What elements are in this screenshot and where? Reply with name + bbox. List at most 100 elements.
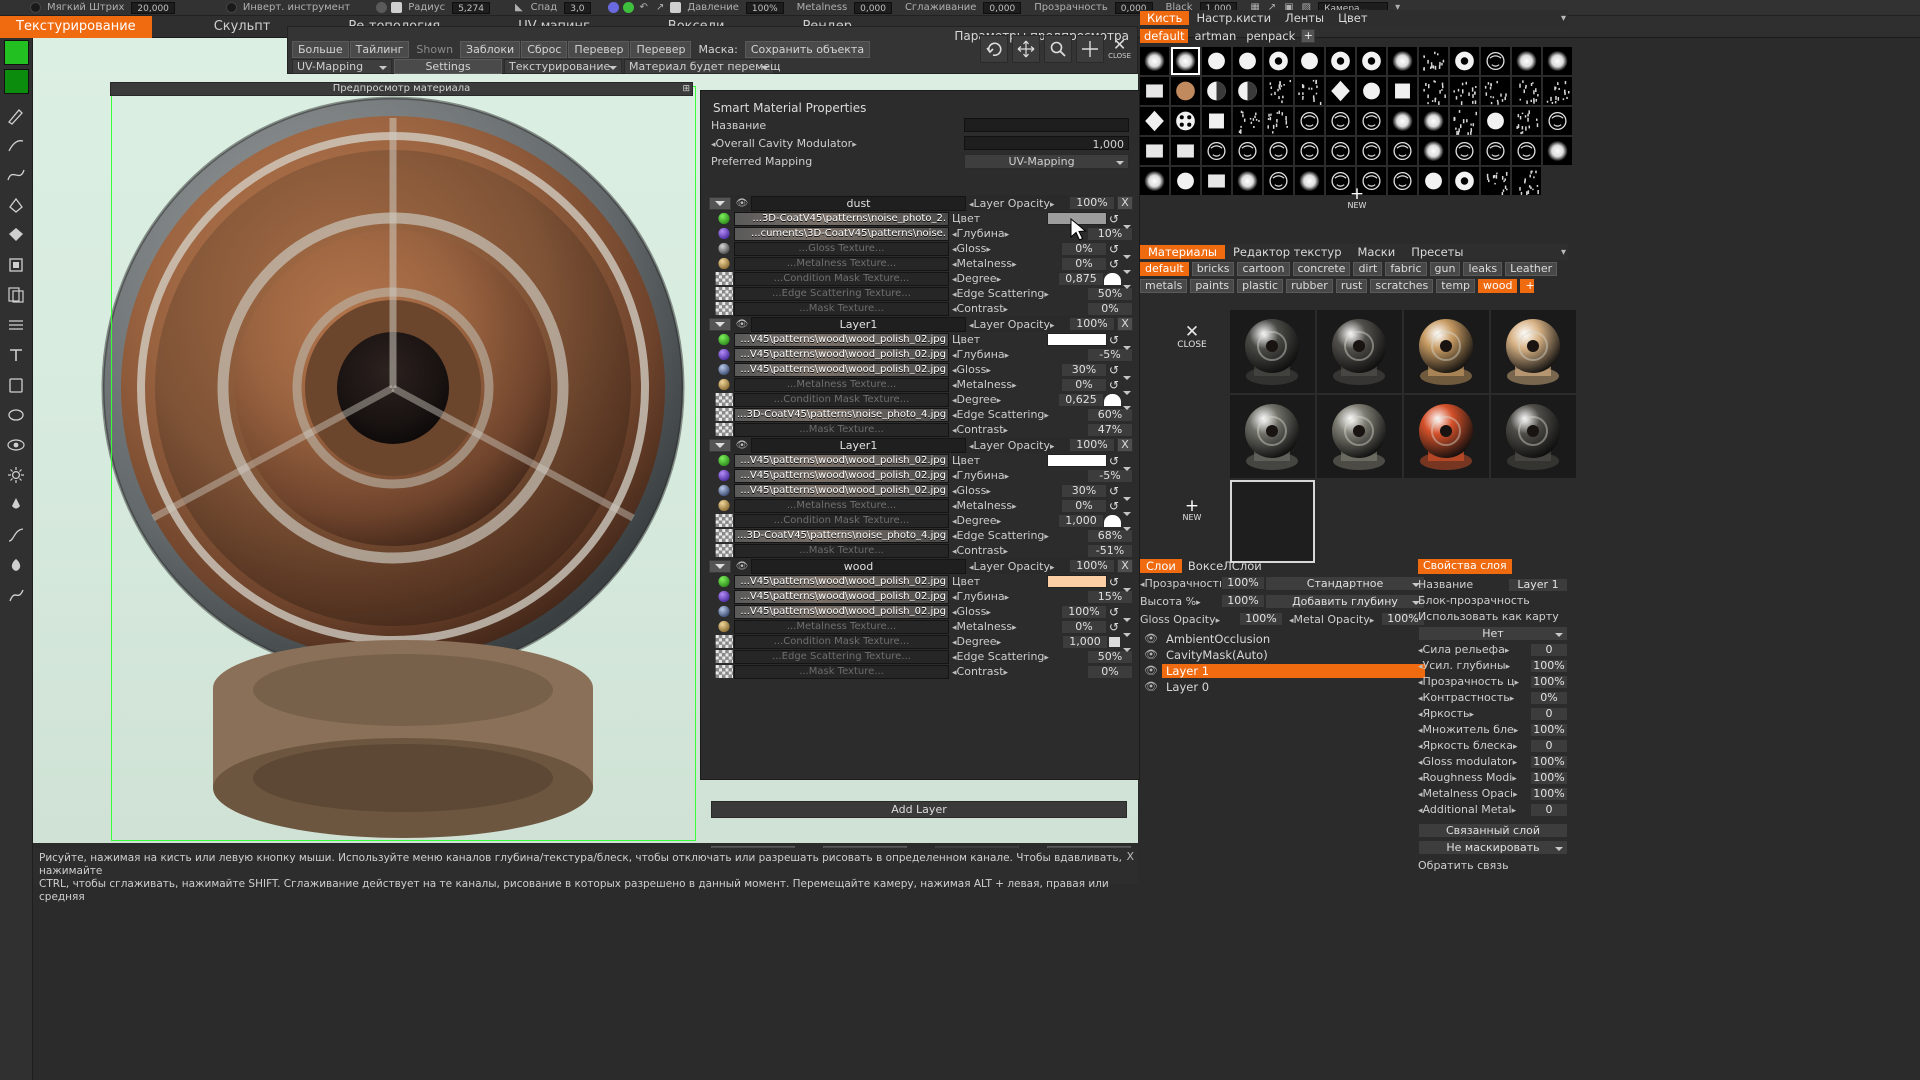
edge-scatter-icon[interactable]	[715, 650, 733, 663]
layer-property-row[interactable]: ◂Яркость▸ 0	[1418, 706, 1568, 721]
brush-alpha-sun[interactable]	[1233, 167, 1262, 195]
brush-alpha-ring4[interactable]	[1450, 47, 1479, 75]
remove-layer-button[interactable]: X	[1117, 438, 1133, 452]
spline-tool[interactable]	[2, 160, 31, 189]
layer-group-name[interactable]: Layer1	[751, 317, 966, 332]
property-value[interactable]: 0%	[1061, 257, 1107, 271]
bucket-tool[interactable]	[2, 220, 31, 249]
property-degree[interactable]: ◂Degree▸ 0,625	[952, 392, 1133, 407]
mask-checker-icon[interactable]	[715, 302, 733, 315]
collapse-triangle-icon[interactable]	[709, 318, 731, 331]
channel-row[interactable]: ...V45\patterns\wood\wood_polish_02.jpg Ц…	[709, 453, 1133, 468]
layer-height-row[interactable]: Высота %▸ 100% Добавить глубину	[1140, 593, 1425, 609]
channel-row[interactable]: ...Condition Mask Texture... ◂Degree▸ 1,00…	[709, 634, 1133, 649]
brush-alpha-soft[interactable]	[1140, 47, 1169, 75]
layer-group-name[interactable]: Layer1	[751, 438, 966, 453]
condition-mask-icon[interactable]	[715, 514, 733, 527]
brush-alpha-crack[interactable]	[1481, 77, 1510, 105]
edge-scatter-icon[interactable]	[715, 287, 733, 300]
edge-scatter-icon[interactable]	[715, 529, 733, 542]
brush-alpha-hard2[interactable]	[1295, 47, 1324, 75]
channel-texture-field[interactable]: ...Condition Mask Texture...	[734, 272, 949, 286]
brush-alpha-ring2[interactable]	[1326, 47, 1355, 75]
channel-texture-field[interactable]: ...Mask Texture...	[734, 302, 949, 316]
property-contrast[interactable]: ◂Contrast▸ 47%	[952, 422, 1133, 437]
brush-panel-tabs[interactable]: Кисть Настр.кисти Ленты Цвет ▾	[1140, 10, 1568, 26]
channel-row[interactable]: ...Metalness Texture... ◂Metalness▸ 0% ↺	[709, 377, 1133, 392]
property-value[interactable]: 15%	[1087, 590, 1133, 604]
remove-layer-button[interactable]: X	[1117, 559, 1133, 573]
smp-name-row[interactable]: Название	[701, 117, 1139, 133]
plane-tool[interactable]	[2, 370, 31, 399]
property-value[interactable]: 0,625	[1058, 393, 1104, 407]
add-layer-button[interactable]: Add Layer	[711, 801, 1127, 818]
material-tag-rust[interactable]: rust	[1336, 279, 1368, 293]
tab-texture-editor[interactable]: Редактор текстур	[1225, 245, 1350, 259]
top-item-1[interactable]: 20,000	[131, 2, 175, 14]
settings-tool[interactable]	[2, 460, 31, 489]
property-глубина[interactable]: ◂Глубина▸ -5%	[952, 468, 1133, 483]
channel-row[interactable]: ...Mask Texture... ◂Contrast▸ 0%	[709, 301, 1133, 316]
material-tag-temp[interactable]: temp	[1436, 279, 1475, 293]
property-gloss[interactable]: ◂Gloss▸ 0% ↺	[952, 241, 1133, 256]
curve-tool[interactable]	[2, 520, 31, 549]
top-item-8[interactable]: 100%	[746, 2, 784, 14]
top-item-2[interactable]: Инверт. инструмент	[243, 2, 350, 13]
property-metalness[interactable]: ◂Metalness▸ 0% ↺	[952, 498, 1133, 513]
channel-row[interactable]: ...V45\patterns\wood\wood_polish_02.jpg ◂…	[709, 347, 1133, 362]
layer-property-row[interactable]: ◂Множитель бле▸ 100%	[1418, 722, 1568, 737]
brush-alpha-grad2[interactable]	[1202, 167, 1231, 195]
material-swatch[interactable]	[1230, 395, 1315, 478]
brush-tool[interactable]	[2, 100, 31, 129]
brush-alpha-holes[interactable]	[1171, 107, 1200, 135]
layer-opacity-field[interactable]: 100%	[1069, 196, 1115, 210]
gloss-sphere-icon[interactable]	[715, 242, 733, 255]
layer-group-name[interactable]: dust	[751, 196, 966, 211]
edge-scatter-icon[interactable]	[715, 408, 733, 421]
layer-opacity-row[interactable]: ◂Прозрачность сл 100% Стандартное	[1140, 575, 1425, 591]
channel-row[interactable]: ...Edge Scattering Texture... ◂Edge Scatt…	[709, 649, 1133, 664]
brush-alpha-dots[interactable]	[1357, 77, 1386, 105]
reset-property-icon[interactable]: ↺	[1107, 484, 1121, 498]
reset-property-icon[interactable]: ↺	[1107, 242, 1121, 256]
brush-alpha-crack2[interactable]	[1512, 77, 1541, 105]
property-degree[interactable]: ◂Degree▸ 1,000	[952, 634, 1133, 649]
layer-property-row[interactable]: ◂Сила рельефа▸ 0	[1418, 642, 1568, 657]
brush-alpha-wave[interactable]	[1295, 137, 1324, 165]
lp-name-row[interactable]: Название Layer 1	[1418, 577, 1568, 592]
depth-sphere-purple-icon[interactable]	[715, 227, 733, 240]
property-value[interactable]: 60%	[1087, 408, 1133, 422]
brush-alpha-crack3[interactable]	[1512, 107, 1541, 135]
layer-opacity-prop[interactable]: ◂Layer Opacity▸ 100% X	[969, 438, 1133, 453]
property-цвет[interactable]: Цвет ↺	[952, 453, 1133, 468]
material-tag-concrete[interactable]: concrete	[1293, 262, 1351, 276]
channel-texture-field[interactable]: ...V45\patterns\wood\wood_polish_02.jpg	[734, 454, 949, 468]
layer-property-value[interactable]: 0	[1530, 707, 1568, 721]
property-value[interactable]: 0%	[1087, 665, 1133, 679]
brush-alpha-spark[interactable]	[1326, 137, 1355, 165]
condition-mask-icon[interactable]	[715, 272, 733, 285]
material-tag-rubber[interactable]: rubber	[1286, 279, 1333, 293]
channel-texture-field[interactable]: ...Condition Mask Texture...	[734, 514, 949, 528]
property-gloss[interactable]: ◂Gloss▸ 30% ↺	[952, 362, 1133, 377]
text-tool[interactable]	[2, 340, 31, 369]
brush-alpha-half2[interactable]	[1233, 77, 1262, 105]
zoom-icon[interactable]	[1044, 35, 1072, 63]
brush-alpha-wood[interactable]	[1171, 77, 1200, 105]
material-tag-cartoon[interactable]: cartoon	[1237, 262, 1289, 276]
property-edge-scattering[interactable]: ◂Edge Scattering▸ 50%	[952, 649, 1133, 664]
layer-property-value[interactable]: 100%	[1530, 723, 1568, 737]
layer-property-value[interactable]: 100%	[1530, 675, 1568, 689]
channel-texture-field[interactable]: ...Metalness Texture...	[734, 378, 949, 392]
brush-alpha-face2[interactable]	[1233, 137, 1262, 165]
layer-height-value[interactable]: 100%	[1221, 594, 1265, 608]
smp-mapping-combo[interactable]: UV-Mapping	[964, 154, 1129, 169]
smp-cavity-value[interactable]: 1,000	[964, 136, 1129, 150]
top-item-13[interactable]: Прозрачность	[1034, 2, 1108, 13]
gloss-opacity-value[interactable]: 100%	[1239, 612, 1283, 626]
top-item-11[interactable]: Сглаживание	[905, 2, 976, 13]
brush-panel-collapse-icon[interactable]: ▾	[1561, 13, 1568, 24]
layer-group-header[interactable]: 👁 Layer1 ◂Layer Opacity▸ 100% X	[709, 437, 1133, 453]
layer-opacity-field[interactable]: 100%	[1069, 317, 1115, 331]
gloss-opacity-row[interactable]: Gloss Opacity▸ 100% ◂Metal Opacity▸ 100%	[1140, 611, 1425, 627]
